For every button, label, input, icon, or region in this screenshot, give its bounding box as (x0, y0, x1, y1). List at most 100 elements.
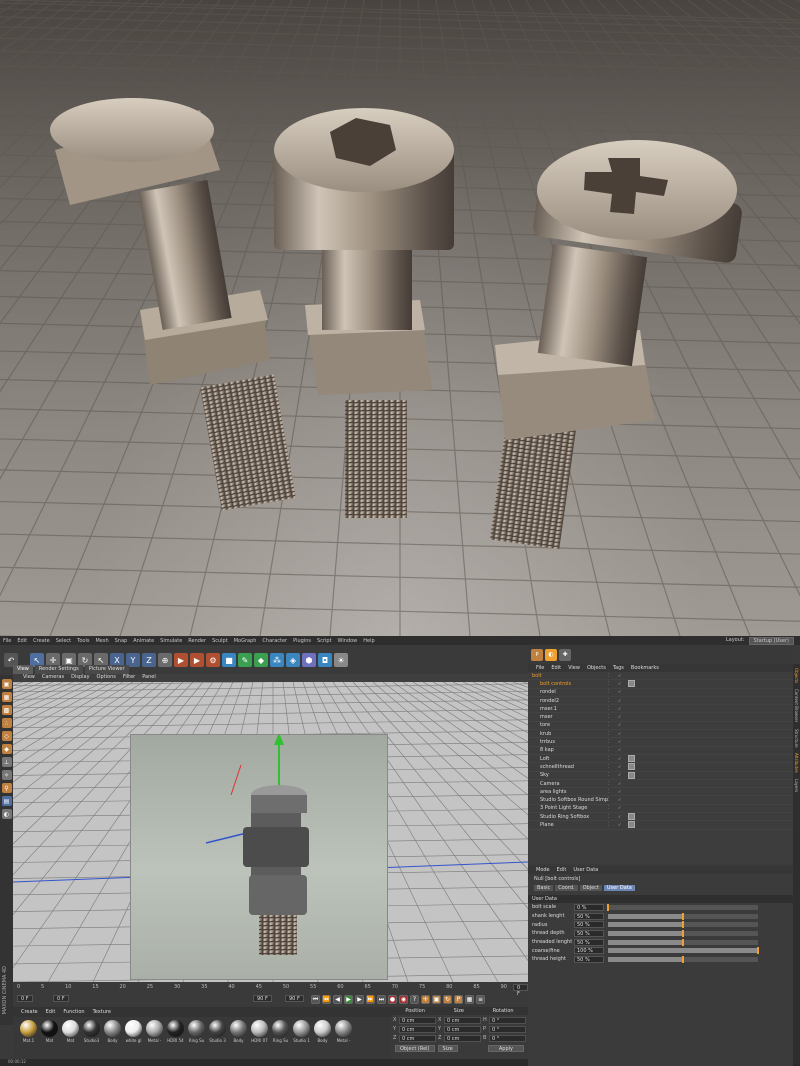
menu-sculpt[interactable]: Sculpt (212, 638, 228, 644)
material-swatch[interactable]: white gl (124, 1020, 143, 1043)
material-swatch[interactable]: Metal - (334, 1020, 353, 1043)
keyframe-selection-icon[interactable]: ? (410, 995, 419, 1004)
object-row[interactable]: tore ⁚ ✓ (528, 722, 793, 731)
coord-size-dropdown[interactable]: Size (437, 1045, 458, 1052)
tab-basic[interactable]: Basic (534, 885, 554, 891)
enable-check-icon[interactable]: ✓ (618, 739, 626, 745)
enable-check-icon[interactable]: ✓ (618, 673, 626, 679)
menu-snap[interactable]: Snap (115, 638, 128, 644)
slider-knob[interactable] (682, 921, 684, 929)
viewport-menu-cameras[interactable]: Cameras (42, 674, 64, 682)
object-row[interactable]: bolt controls ⁚ ✓ (528, 680, 793, 689)
object-row[interactable]: krub ⁚ ✓ (528, 730, 793, 739)
menu-edit[interactable]: Edit (17, 638, 27, 644)
viewport-menu-panel[interactable]: Panel (142, 674, 156, 682)
enable-check-icon[interactable]: ✓ (618, 764, 626, 770)
material-swatch[interactable]: Body (103, 1020, 122, 1043)
object-row[interactable]: area lights ⁚ ✓ (528, 788, 793, 797)
material-menu-create[interactable]: Create (21, 1009, 38, 1015)
coord-field[interactable]: 0 cm (444, 1017, 481, 1024)
am-menu-userdata[interactable]: User Data (573, 867, 598, 873)
key-scale-icon[interactable]: ▣ (432, 995, 441, 1004)
next-frame-icon[interactable]: ▶ (355, 995, 364, 1004)
coord-field[interactable]: 0 ° (489, 1035, 526, 1042)
sidetab-objects[interactable]: Objects (794, 668, 799, 683)
enable-check-icon[interactable]: ✓ (618, 706, 626, 712)
menu-help[interactable]: Help (363, 638, 374, 644)
material-swatch[interactable]: Mat (40, 1020, 59, 1043)
object-row[interactable]: bolt ⁚ ✓ (528, 672, 793, 681)
menu-plugins[interactable]: Plugins (293, 638, 311, 644)
material-menu-texture[interactable]: Texture (93, 1009, 111, 1015)
param-value-field[interactable]: 50 % (574, 929, 604, 937)
menu-script[interactable]: Script (317, 638, 332, 644)
menu-animate[interactable]: Animate (133, 638, 154, 644)
tag-icon[interactable] (628, 680, 635, 688)
param-value-field[interactable]: 50 % (574, 912, 604, 920)
param-value-field[interactable]: 50 % (574, 938, 604, 946)
apply-button[interactable]: Apply (487, 1045, 524, 1052)
visibility-dots-icon[interactable]: ⁚ (608, 814, 616, 820)
object-row[interactable]: trrbus ⁚ ✓ (528, 738, 793, 747)
visibility-dots-icon[interactable]: ⁚ (608, 698, 616, 704)
enable-check-icon[interactable]: ✓ (618, 805, 626, 811)
coord-field[interactable]: 0 cm (444, 1035, 481, 1042)
tag-icon[interactable] (628, 763, 635, 771)
next-key-icon[interactable]: ⏩ (366, 995, 375, 1004)
lock-icon[interactable]: ✚ (559, 648, 571, 661)
object-row[interactable]: Sky ⁚ ✓ (528, 771, 793, 780)
param-value-field[interactable]: 100 % (574, 947, 604, 955)
key-rotation-icon[interactable]: ↻ (443, 995, 452, 1004)
tab-render-settings[interactable]: Render Settings (34, 665, 83, 674)
tab-object[interactable]: Object (579, 885, 602, 891)
snapshot-icon[interactable]: ◐ (545, 648, 557, 661)
timeline-options-icon[interactable]: ≡ (476, 995, 485, 1004)
param-value-field[interactable]: 0 % (574, 903, 604, 911)
psr-icon[interactable]: P (531, 648, 543, 661)
visibility-dots-icon[interactable]: ⁚ (608, 706, 616, 712)
om-menu-objects[interactable]: Objects (587, 665, 606, 671)
slider-knob[interactable] (682, 938, 684, 946)
object-row[interactable]: Studio Ring Softbox ⁚ ✓ (528, 813, 793, 822)
viewport-menu-display[interactable]: Display (71, 674, 89, 682)
am-menu-mode[interactable]: Mode (536, 867, 550, 873)
param-slider[interactable] (608, 947, 759, 955)
enable-check-icon[interactable]: ✓ (618, 689, 626, 695)
enable-check-icon[interactable]: ✓ (618, 731, 626, 737)
enable-check-icon[interactable]: ✓ (618, 756, 626, 762)
enable-check-icon[interactable]: ✓ (618, 814, 626, 820)
preview-end-field[interactable]: 90 F (253, 995, 272, 1002)
object-row[interactable]: 8 kap ⁚ ✓ (528, 747, 793, 755)
object-row[interactable]: schnellthread ⁚ ✓ (528, 763, 793, 772)
tag-icon[interactable] (628, 771, 635, 779)
coord-field[interactable]: 0 ° (489, 1026, 526, 1033)
slider-knob[interactable] (682, 929, 684, 937)
sidetab-content-browser[interactable]: Content Browser (794, 689, 799, 722)
menu-window[interactable]: Window (338, 638, 358, 644)
visibility-dots-icon[interactable]: ⁚ (608, 689, 616, 695)
menu-tools[interactable]: Tools (77, 638, 89, 644)
sidetab-attributes[interactable]: Attributes (794, 753, 799, 773)
param-slider[interactable] (608, 912, 758, 920)
coord-field[interactable]: 0 ° (489, 1017, 526, 1024)
visibility-dots-icon[interactable]: ⁚ (608, 731, 616, 737)
visibility-dots-icon[interactable]: ⁚ (608, 789, 616, 795)
coord-field[interactable]: 0 cm (444, 1026, 481, 1033)
end-frame-field[interactable]: 90 F (285, 995, 304, 1002)
visibility-dots-icon[interactable]: ⁚ (608, 756, 616, 762)
key-position-icon[interactable]: ✛ (421, 995, 430, 1004)
tag-icon[interactable] (628, 821, 635, 829)
object-row[interactable]: Loft ⁚ ✓ (528, 755, 793, 764)
3d-viewport[interactable] (13, 682, 528, 982)
object-row[interactable]: rondel ⁚ ✓ (528, 689, 793, 697)
enable-check-icon[interactable]: ✓ (618, 797, 626, 803)
autokey-icon[interactable]: ◉ (399, 995, 408, 1004)
visibility-dots-icon[interactable]: ⁚ (608, 673, 616, 679)
menu-create[interactable]: Create (33, 638, 50, 644)
texture-mode-icon[interactable]: ▦ (1, 692, 12, 702)
material-menu-edit[interactable]: Edit (46, 1009, 56, 1015)
tab-picture-viewer[interactable]: Picture Viewer (84, 665, 129, 674)
sidetab-structure[interactable]: Structure (794, 729, 799, 748)
om-menu-edit[interactable]: Edit (551, 665, 561, 671)
timeline-ruler[interactable]: 0 5 10 15 20 25 30 35 40 45 50 55 60 65 … (17, 984, 507, 992)
